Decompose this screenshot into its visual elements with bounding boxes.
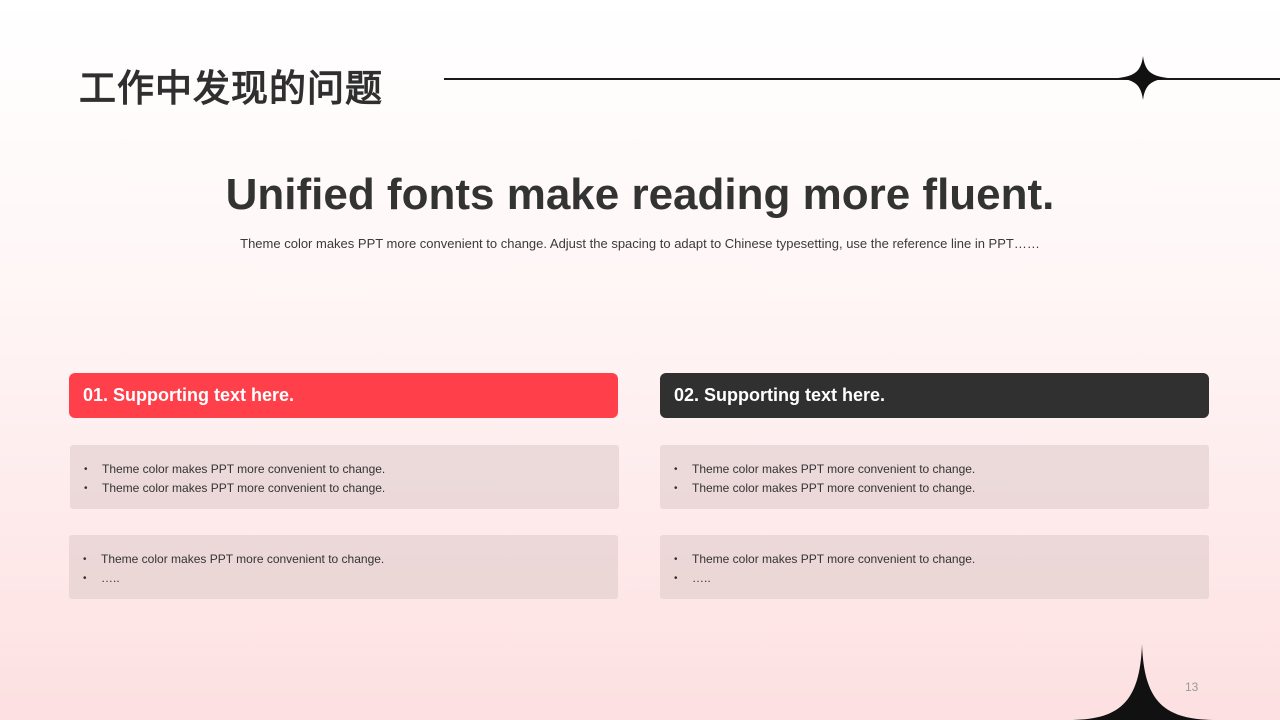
text-box-02-a: Theme color makes PPT more convenient to… (660, 445, 1209, 509)
bullet-item: ….. (83, 569, 618, 588)
text-box-02-b: Theme color makes PPT more convenient to… (660, 535, 1209, 599)
bullet-item: Theme color makes PPT more convenient to… (674, 460, 1209, 479)
page-number: 13 (1185, 680, 1199, 694)
bullet-item: Theme color makes PPT more convenient to… (674, 550, 1209, 569)
page-title: 工作中发现的问题 (79, 67, 383, 110)
bullet-item: Theme color makes PPT more convenient to… (84, 460, 619, 479)
text-box-01-a: Theme color makes PPT more convenient to… (70, 445, 619, 509)
bullet-item: Theme color makes PPT more convenient to… (84, 479, 619, 498)
text-box-01-b: Theme color makes PPT more convenient to… (69, 535, 618, 599)
supporting-header-02: 02. Supporting text here. (660, 373, 1209, 418)
bullet-item: Theme color makes PPT more convenient to… (674, 479, 1209, 498)
four-point-star-icon (1118, 56, 1168, 100)
headline: Unified fonts make reading more fluent. (225, 170, 1055, 219)
bullet-item: ….. (674, 569, 1209, 588)
bullet-item: Theme color makes PPT more convenient to… (83, 550, 618, 569)
supporting-header-01: 01. Supporting text here. (69, 373, 618, 418)
subtitle-text: Theme color makes PPT more convenient to… (240, 236, 1040, 251)
